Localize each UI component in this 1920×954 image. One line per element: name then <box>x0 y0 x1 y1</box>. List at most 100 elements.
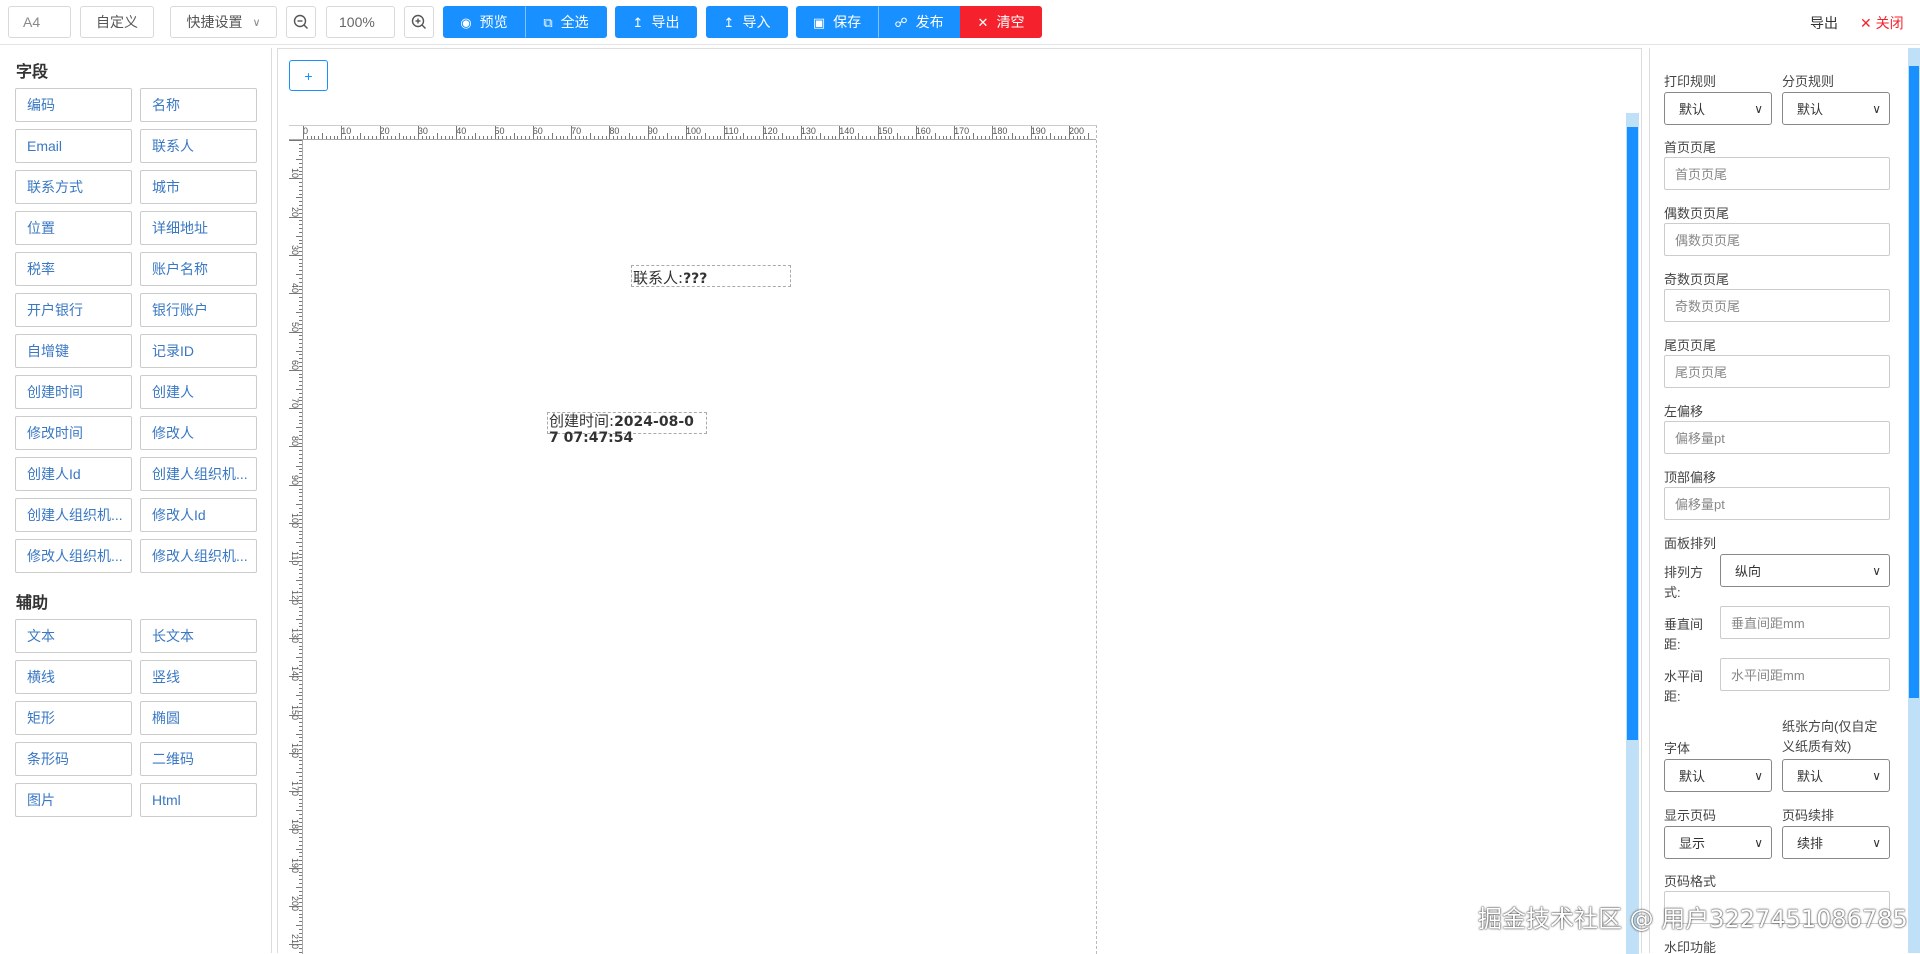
vgap-label-cont: 距: <box>1664 637 1681 652</box>
aux-button[interactable]: 二维码 <box>140 742 257 776</box>
field-button[interactable]: 编码 <box>15 88 132 122</box>
left-offset-input[interactable]: 偏移量pt <box>1664 421 1890 454</box>
created-time-element[interactable]: 创建时间:2024-08-0 7 07:47:54 <box>547 412 707 446</box>
field-button[interactable]: 联系方式 <box>15 170 132 204</box>
field-button[interactable]: 位置 <box>15 211 132 245</box>
zoom-in-button[interactable] <box>404 6 434 38</box>
select-all-button[interactable]: ⧉ 全选 <box>525 6 607 38</box>
publish-button[interactable]: ☍ 发布 <box>878 6 960 38</box>
field-button[interactable]: 开户银行 <box>15 293 132 327</box>
print-page[interactable]: 0 10 20 30 40 50 60 70 80 90 100 110 120 130 140 150 160… <box>289 125 1097 954</box>
field-button[interactable]: 创建人组织机... <box>15 498 132 532</box>
field-button[interactable]: 创建时间 <box>15 375 132 409</box>
ruler-tick <box>296 771 302 773</box>
quick-settings-dropdown[interactable]: 快捷设置 ∨ <box>170 6 277 38</box>
ruler-tick <box>364 136 366 139</box>
field-button[interactable]: 账户名称 <box>140 252 257 286</box>
ruler-tick <box>299 185 302 187</box>
ruler-tick <box>1046 136 1048 139</box>
scrollbar-thumb[interactable] <box>1909 66 1919 698</box>
zoom-out-icon <box>293 14 308 29</box>
field-button[interactable]: Email <box>15 129 132 163</box>
field-button[interactable]: 修改时间 <box>15 416 132 450</box>
custom-button-label: 自定义 <box>96 14 138 30</box>
field-button[interactable]: 修改人Id <box>140 498 257 532</box>
field-button[interactable]: 修改人组织机... <box>15 539 132 573</box>
arrange-mode-select[interactable]: 纵向 ∨ <box>1720 554 1890 587</box>
paper-size-select[interactable]: A4 <box>8 6 71 38</box>
aux-button[interactable]: 竖线 <box>140 660 257 694</box>
aux-button[interactable]: Html <box>140 783 257 817</box>
scrollbar-thumb[interactable] <box>1627 127 1638 740</box>
field-button[interactable]: 联系人 <box>140 129 257 163</box>
field-button[interactable]: 自增键 <box>15 334 132 368</box>
aux-button[interactable]: 椭圆 <box>140 701 257 735</box>
ruler-tick <box>747 136 749 139</box>
field-button[interactable]: 名称 <box>140 88 257 122</box>
ruler-tick <box>299 201 302 203</box>
aux-button[interactable]: 矩形 <box>15 701 132 735</box>
first-footer-input[interactable]: 首页页尾 <box>1664 157 1890 190</box>
import-button[interactable]: ↥ 导入 <box>706 6 788 38</box>
add-panel-button[interactable]: + <box>289 60 328 91</box>
aux-button[interactable]: 文本 <box>15 619 132 653</box>
show-page-no-select[interactable]: 显示 ∨ <box>1664 826 1772 859</box>
close-link[interactable]: ✕ 关闭 <box>1860 13 1904 33</box>
ruler-tick <box>296 350 302 352</box>
last-footer-input[interactable]: 尾页页尾 <box>1664 355 1890 388</box>
field-button[interactable]: 记录ID <box>140 334 257 368</box>
ruler-tick <box>299 909 302 911</box>
print-rule-select[interactable]: 默认 ∨ <box>1664 92 1772 125</box>
ruler-tick <box>754 136 756 139</box>
orientation-select[interactable]: 默认 ∨ <box>1782 759 1890 792</box>
right-export-link[interactable]: 导出 <box>1810 13 1838 33</box>
field-button[interactable]: 修改人组织机... <box>140 539 257 573</box>
zoom-out-button[interactable] <box>286 6 316 38</box>
aux-button[interactable]: 长文本 <box>140 619 257 653</box>
font-select[interactable]: 默认 ∨ <box>1664 759 1772 792</box>
ruler-tick <box>1061 136 1063 139</box>
ruler-tick <box>299 902 302 904</box>
page-continue-select[interactable]: 续排 ∨ <box>1782 826 1890 859</box>
field-button[interactable]: 创建人 <box>140 375 257 409</box>
aux-button[interactable]: 条形码 <box>15 742 132 776</box>
clear-button[interactable]: ✕ 清空 <box>960 6 1042 38</box>
vgap-input[interactable]: 垂直间距mm <box>1720 606 1890 639</box>
ruler-tick <box>341 126 343 139</box>
ruler-tick <box>1034 136 1036 139</box>
even-footer-input[interactable]: 偶数页页尾 <box>1664 223 1890 256</box>
export-button[interactable]: ↥ 导出 <box>615 6 697 38</box>
field-button[interactable]: 详细地址 <box>140 211 257 245</box>
ruler-tick <box>892 136 894 139</box>
ruler-tick <box>299 584 302 586</box>
field-button[interactable]: 银行账户 <box>140 293 257 327</box>
hgap-input[interactable]: 水平间距mm <box>1720 658 1890 691</box>
contact-element[interactable]: 联系人:??? <box>631 265 791 287</box>
ruler-tick <box>693 136 695 139</box>
odd-footer-input[interactable]: 奇数页页尾 <box>1664 289 1890 322</box>
canvas-scrollbar[interactable] <box>1626 113 1639 954</box>
field-button[interactable]: 创建人组织机... <box>140 457 257 491</box>
ruler-tick <box>977 136 979 139</box>
ruler-tick-label: 190 <box>290 857 300 873</box>
aux-button[interactable]: 横线 <box>15 660 132 694</box>
ruler-top: 0 10 20 30 40 50 60 70 80 90 100 110 120 130 140 150 160… <box>289 126 1096 140</box>
chevron-down-icon: ∨ <box>1754 102 1763 116</box>
aux-button[interactable]: 图片 <box>15 783 132 817</box>
field-button[interactable]: 修改人 <box>140 416 257 450</box>
zoom-level-input[interactable]: 100% <box>326 6 395 38</box>
ruler-tick <box>437 133 439 139</box>
field-button[interactable]: 创建人Id <box>15 457 132 491</box>
ruler-tick <box>299 281 302 283</box>
preview-button[interactable]: ◉ 预览 <box>443 6 525 38</box>
custom-button[interactable]: 自定义 <box>80 6 154 38</box>
save-button[interactable]: ▣ 保存 <box>796 6 878 38</box>
ruler-tick <box>927 136 929 139</box>
ruler-tick <box>299 304 302 306</box>
field-button[interactable]: 城市 <box>140 170 257 204</box>
field-button[interactable]: 税率 <box>15 252 132 286</box>
ruler-tick <box>578 136 580 139</box>
page-rule-select[interactable]: 默认 ∨ <box>1782 92 1890 125</box>
settings-scrollbar[interactable] <box>1908 48 1920 953</box>
top-offset-input[interactable]: 偏移量pt <box>1664 487 1890 520</box>
